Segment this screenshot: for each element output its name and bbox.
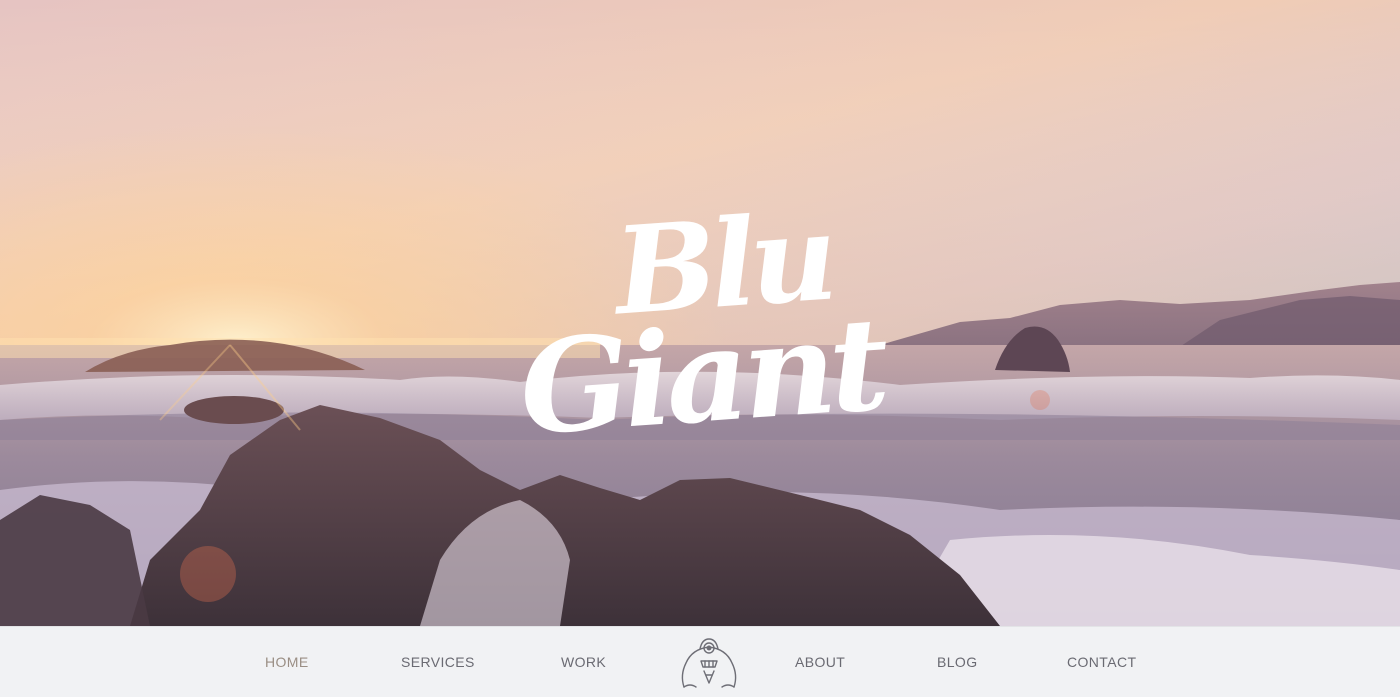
one-eyed-giant-mascot-icon[interactable] (676, 635, 742, 691)
page: Blu Giant HOME SERVICES WORK ABOUT BLOG … (0, 0, 1400, 697)
logo-text-line2: Giant (515, 289, 888, 465)
hero-background: Blu Giant (0, 0, 1400, 626)
nav-link-about[interactable]: ABOUT (795, 627, 845, 697)
nav-link-work[interactable]: WORK (561, 627, 606, 697)
nav-link-services[interactable]: SERVICES (401, 627, 475, 697)
nav-link-blog[interactable]: BLOG (937, 627, 978, 697)
nav-link-home[interactable]: HOME (265, 627, 309, 697)
nav-link-contact[interactable]: CONTACT (1067, 627, 1136, 697)
brand-logo[interactable]: Blu Giant (500, 187, 900, 475)
